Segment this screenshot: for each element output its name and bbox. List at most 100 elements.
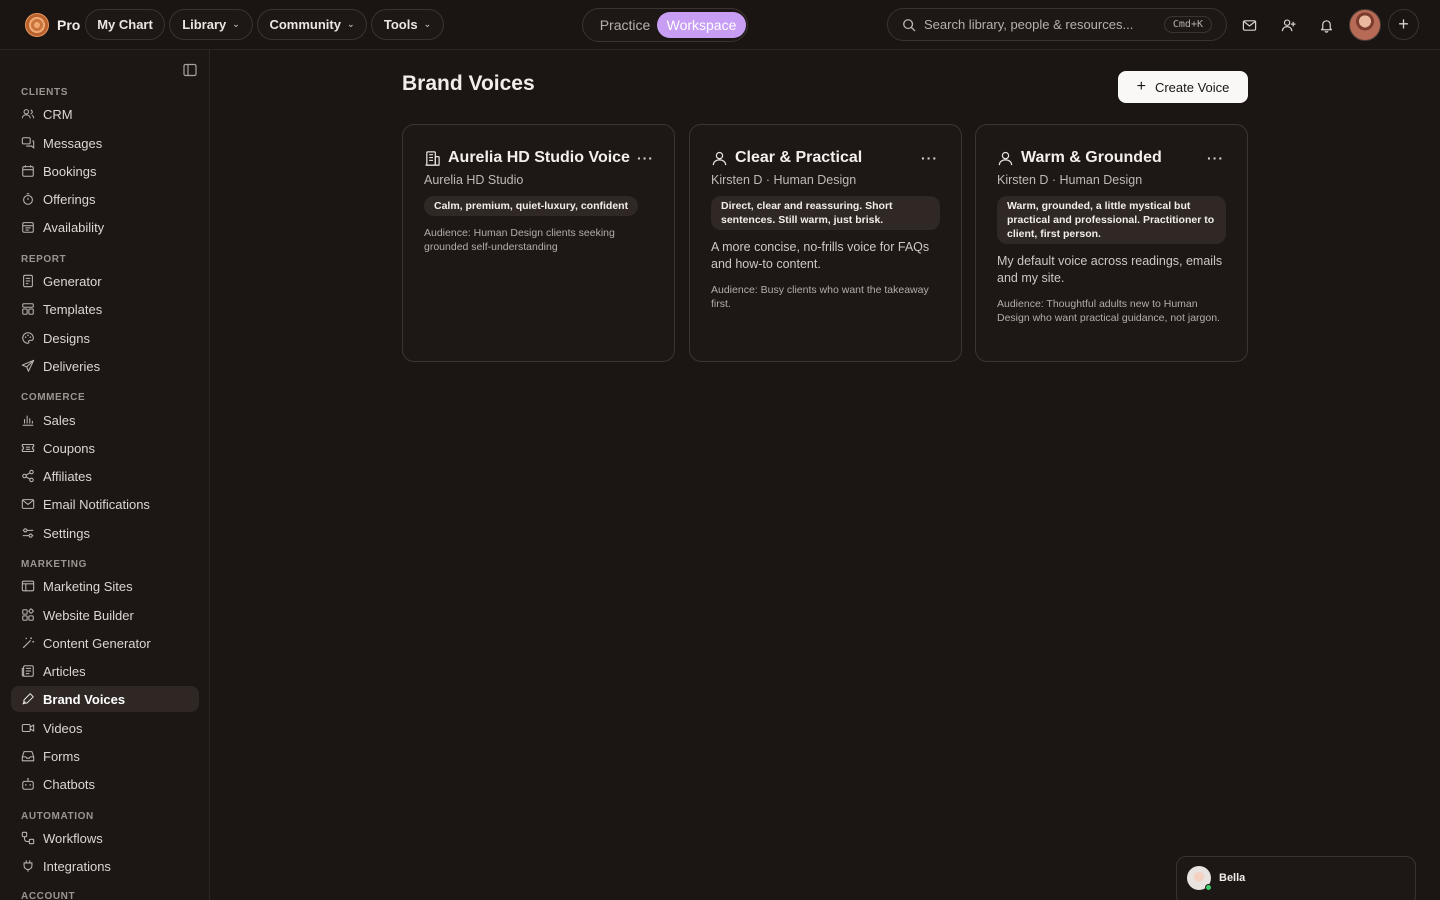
more-options-icon[interactable]: ··· [921,150,938,166]
user-icon [712,151,727,165]
sidebar-item-coupons[interactable]: Coupons [11,435,199,461]
voice-title: Clear & Practical [735,149,863,166]
nav-library[interactable]: Library ⌄ [169,9,253,40]
sidebar-item-articles[interactable]: Articles [11,658,199,684]
sidebar-item-chatbots[interactable]: Chatbots [11,771,199,797]
brand-logo[interactable]: Pro [25,12,80,38]
voice-title: Aurelia HD Studio Voice [448,149,630,166]
sidebar-item-brand-voices[interactable]: Brand Voices [11,686,199,712]
user-avatar[interactable] [1349,9,1381,41]
sidebar-item-label: Generator [43,273,102,289]
sidebar-item-label: Templates [43,301,103,317]
sidebar-item-label: Messages [43,135,103,151]
more-options-icon[interactable]: ··· [637,150,654,166]
mail-icon[interactable] [1237,13,1261,37]
voice-audience: Audience: Thoughtful adults new to Human… [997,298,1220,324]
magic-wand-icon [22,637,35,649]
sidebar-item-label: Website Builder [43,607,134,623]
voice-description: A more concise, no-frills voice for FAQs… [711,240,930,271]
brand-name: Pro [57,17,81,33]
sidebar-item-settings[interactable]: Settings [11,520,199,546]
section-automation: AUTOMATION [21,811,94,822]
nav-my-chart[interactable]: My Chart [85,9,165,40]
sidebar-item-label: Articles [43,663,86,679]
nav-tools[interactable]: Tools ⌄ [371,9,444,40]
sidebar-item-offerings[interactable]: Offerings [11,186,199,212]
palette-icon [22,332,34,344]
sidebar-item-label: Forms [43,748,80,764]
plug-icon [23,860,33,872]
building-icon [425,150,440,166]
search-icon [903,18,916,31]
sliders-icon [22,528,34,538]
sidebar-item-workflows[interactable]: Workflows [11,825,199,851]
mode-practice[interactable]: Practice [589,12,661,38]
add-user-icon[interactable] [1276,13,1300,37]
chevron-down-icon: ⌄ [423,19,432,29]
voice-owner: Kirsten D · Human Design [711,173,857,187]
voice-description: My default voice across readings, emails… [997,254,1223,285]
pen-nib-icon [22,693,34,705]
search-input[interactable] [924,17,1164,32]
sidebar-item-templates[interactable]: Templates [11,296,199,322]
sidebar-item-marketing-sites[interactable]: Marketing Sites [11,573,199,599]
sidebar-item-availability[interactable]: Availability [11,214,199,240]
sidebar-item-forms[interactable]: Forms [11,743,199,769]
online-status-icon [1205,884,1212,891]
sidebar-item-affiliates[interactable]: Affiliates [11,463,199,489]
nav-community[interactable]: Community ⌄ [257,9,367,40]
sidebar-item-label: Deliveries [43,358,101,374]
voice-title: Warm & Grounded [1021,149,1162,166]
plus-icon[interactable]: + [1388,9,1419,40]
inbox-icon [21,751,35,762]
sidebar-item-email-notifications[interactable]: Email Notifications [11,491,199,517]
sidebar-item-deliveries[interactable]: Deliveries [11,353,199,379]
sidebar-item-label: CRM [43,106,73,122]
browser-icon [21,580,35,592]
more-options-icon[interactable]: ··· [1207,150,1224,166]
sidebar: CLIENTS CRM Messages Bookings Offerings … [0,50,210,900]
mail-icon [21,499,35,509]
voice-card-aurelia[interactable]: Aurelia HD Studio Voice ··· Aurelia HD S… [402,124,675,362]
sidebar-item-sales[interactable]: Sales [11,407,199,433]
bell-icon[interactable] [1314,13,1338,37]
sidebar-item-crm[interactable]: CRM [11,101,199,127]
user-icon [998,151,1013,165]
chat-widget[interactable]: Bella [1176,856,1416,900]
section-clients: CLIENTS [21,87,68,98]
sidebar-item-label: Coupons [43,440,96,456]
sidebar-item-label: Integrations [43,858,111,874]
sidebar-item-videos[interactable]: Videos [11,715,199,741]
sidebar-item-messages[interactable]: Messages [11,130,199,156]
video-icon [21,723,35,733]
calendar-check-icon [22,222,34,233]
voice-card-warm-grounded[interactable]: Warm & Grounded ··· Kirsten D · Human De… [975,124,1248,362]
voice-tone-badge: Direct, clear and reassuring. Short sent… [711,196,940,230]
voice-audience: Audience: Busy clients who want the take… [711,284,929,310]
sidebar-item-generator[interactable]: Generator [11,268,199,294]
sidebar-item-content-generator[interactable]: Content Generator [11,630,199,656]
chevron-down-icon: ⌄ [232,19,240,29]
section-marketing: MARKETING [21,559,87,570]
sidebar-item-label: Marketing Sites [43,578,133,594]
sidebar-item-label: Videos [43,720,83,736]
sidebar-item-website-builder[interactable]: Website Builder [11,602,199,628]
bot-icon [22,777,34,790]
sidebar-item-bookings[interactable]: Bookings [11,158,199,184]
chat-bubbles-icon [21,137,35,149]
nav-my-chart-label: My Chart [97,17,153,32]
assistant-name: Bella [1219,872,1246,884]
voice-audience: Audience: Human Design clients seeking g… [424,227,615,253]
sidebar-item-integrations[interactable]: Integrations [11,853,199,879]
voice-card-clear-practical[interactable]: Clear & Practical ··· Kirsten D · Human … [689,124,962,362]
create-voice-label: Create Voice [1154,79,1230,95]
ticket-icon [21,443,35,453]
voice-owner: Kirsten D · Human Design [997,173,1143,187]
section-report: REPORT [21,254,67,265]
mode-workspace[interactable]: Workspace [657,12,746,38]
workflow-icon [21,831,35,845]
sidebar-collapse-icon[interactable] [182,62,198,78]
create-voice-button[interactable]: + Create Voice [1118,71,1248,103]
sidebar-item-label: Settings [43,525,90,541]
sidebar-item-designs[interactable]: Designs [11,325,199,351]
